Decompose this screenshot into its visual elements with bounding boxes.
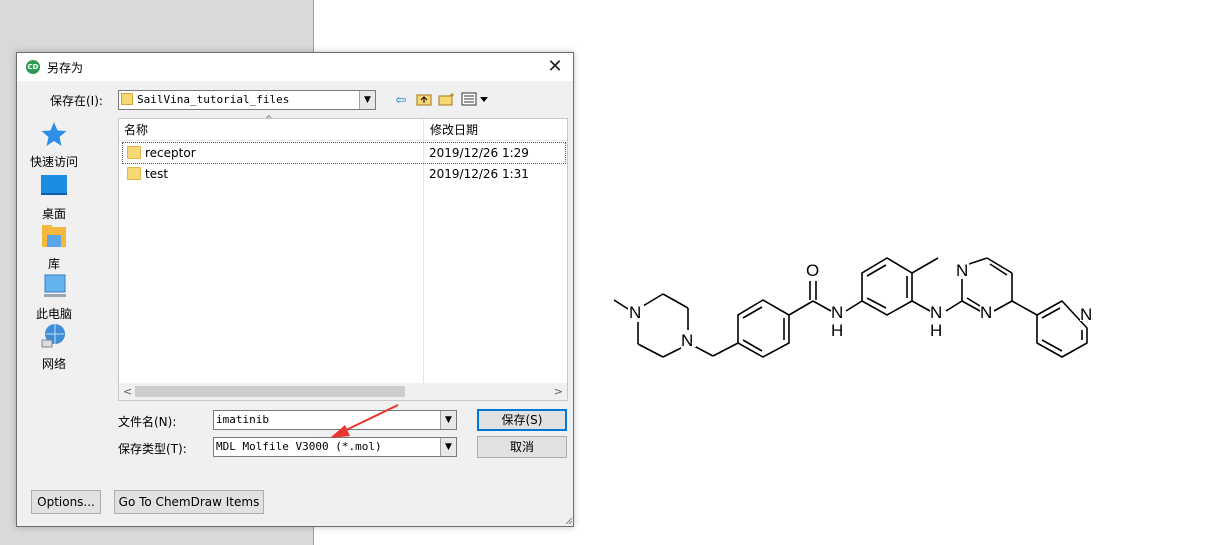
annotation-arrow	[330, 404, 399, 438]
